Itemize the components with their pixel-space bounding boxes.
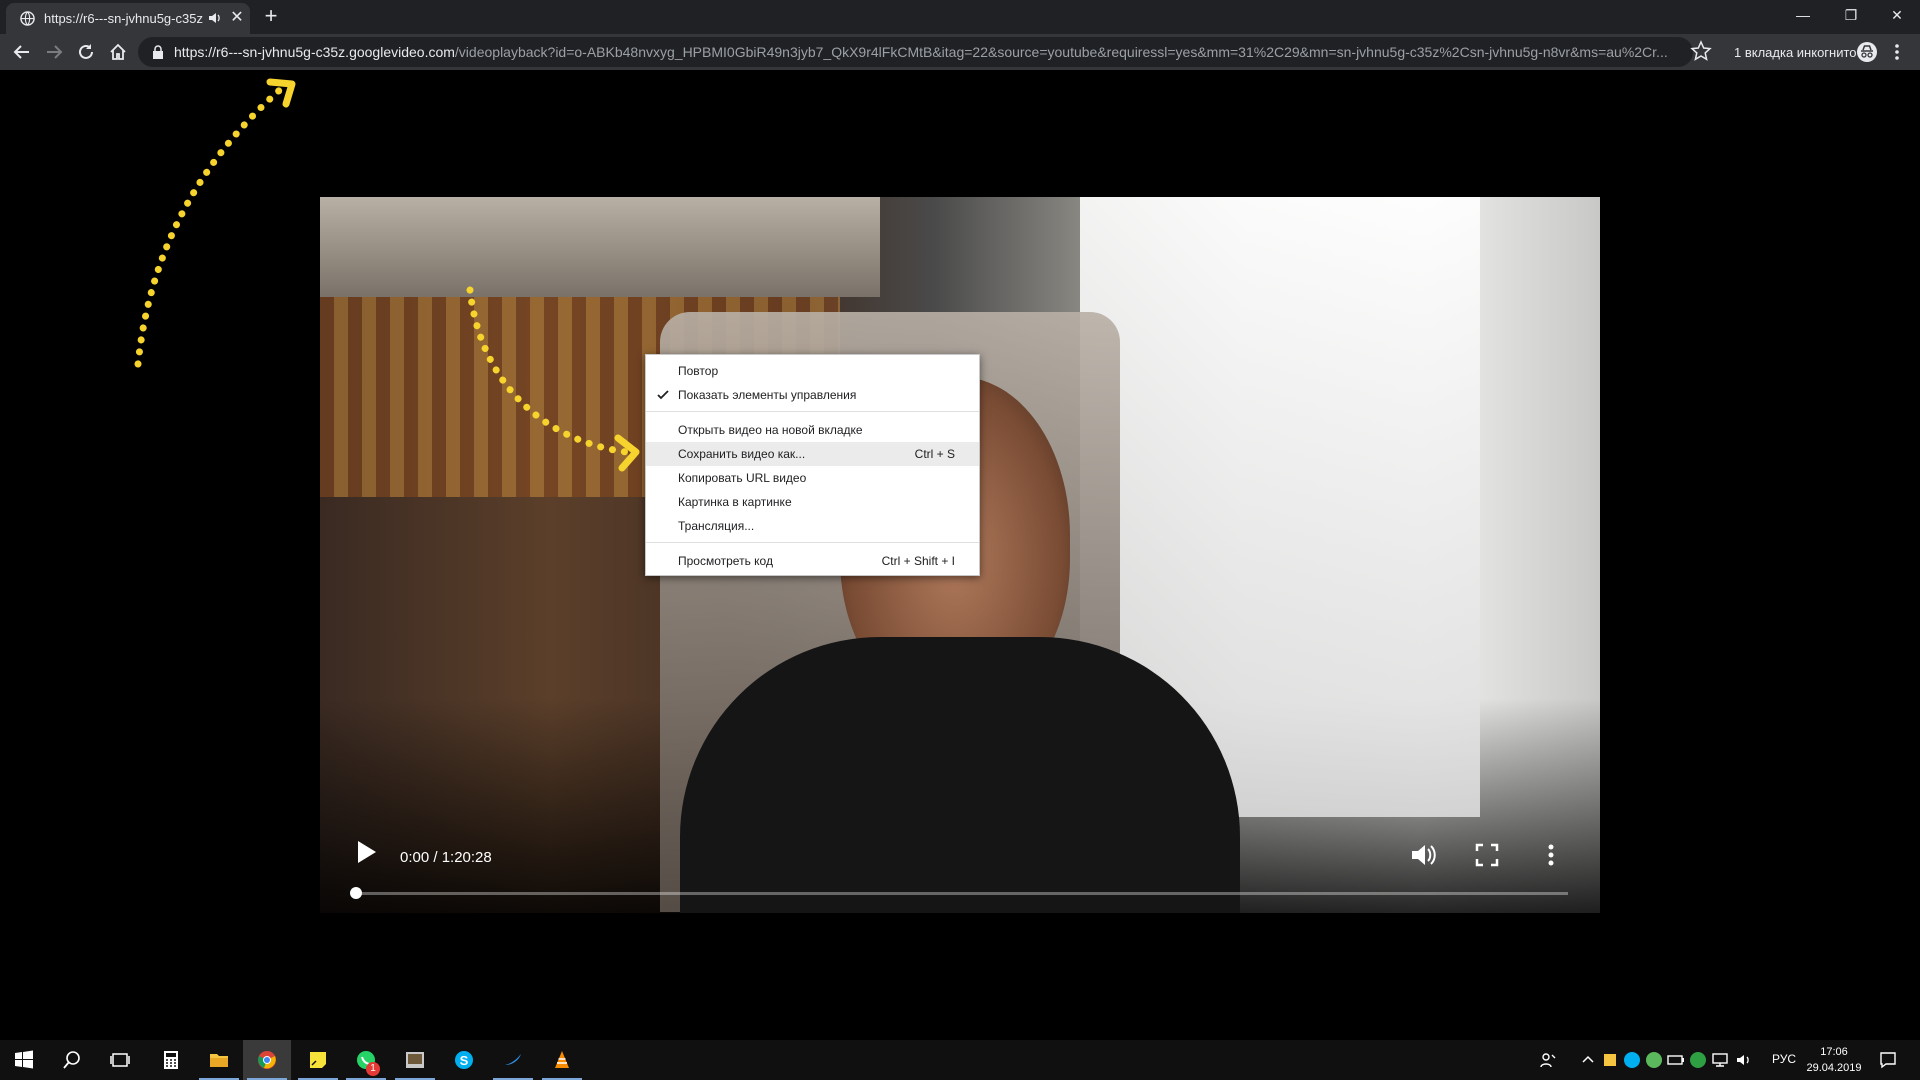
start-button[interactable] [0, 1040, 48, 1080]
network-icon[interactable] [1710, 1050, 1730, 1070]
skype-icon: S [455, 1051, 473, 1069]
notification-badge: 1 [366, 1062, 380, 1076]
browser-toolbar: https://r6---sn-jvhnu5g-c35z.googlevideo… [0, 34, 1920, 70]
tray-app-icon[interactable] [1600, 1050, 1620, 1070]
reload-icon [79, 44, 93, 59]
vlc-icon [555, 1051, 569, 1068]
video-frame-picture [320, 197, 880, 297]
taskbar-app-blue[interactable] [489, 1040, 537, 1080]
language-indicator[interactable]: РУС [1772, 1052, 1796, 1066]
task-view-icon [110, 1053, 130, 1067]
presentation-app-icon [406, 1052, 424, 1068]
chrome-icon [258, 1051, 276, 1069]
more-menu-icon[interactable] [1888, 42, 1906, 62]
menu-item-cast[interactable]: Трансляция... [646, 514, 979, 538]
tab-bar: https://r6---sn-jvhnu5g-c35z ✕ + — ❐ ✕ [0, 0, 1920, 34]
home-button[interactable] [104, 38, 132, 66]
seek-bar[interactable] [350, 887, 1568, 899]
tab-title: https://r6---sn-jvhnu5g-c35z [44, 11, 203, 26]
menu-item-copy-video-url[interactable]: Копировать URL видео [646, 466, 979, 490]
clock-date: 29.04.2019 [1806, 1062, 1862, 1074]
menu-item-open-video-new-tab[interactable]: Открыть видео на новой вкладке [646, 418, 979, 442]
folder-icon [210, 1054, 228, 1067]
chevron-up-icon[interactable] [1578, 1050, 1598, 1070]
fullscreen-icon[interactable] [1472, 840, 1502, 870]
menu-item-inspect[interactable]: Просмотреть код Ctrl + Shift + I [646, 549, 979, 573]
play-icon[interactable] [350, 837, 380, 867]
taskbar-whatsapp[interactable]: 1 [342, 1040, 390, 1080]
calculator-icon [164, 1051, 178, 1069]
svg-text:S: S [460, 1053, 469, 1068]
menu-separator [646, 411, 979, 412]
home-icon [110, 43, 126, 60]
windows-logo-icon [15, 1050, 33, 1069]
battery-icon[interactable] [1666, 1050, 1686, 1070]
taskbar-file-explorer[interactable] [195, 1040, 243, 1080]
volume-tray-icon[interactable] [1734, 1050, 1754, 1070]
tab-close-icon[interactable]: ✕ [228, 9, 246, 27]
reload-button[interactable] [72, 38, 100, 66]
incognito-label: 1 вкладка инкогнито [1734, 45, 1857, 60]
sticky-notes-icon [310, 1052, 326, 1068]
search-button[interactable] [48, 1040, 96, 1080]
close-window-button[interactable]: ✕ [1874, 0, 1920, 30]
menu-item-loop[interactable]: Повтор [646, 359, 979, 383]
search-icon [63, 1051, 80, 1069]
volume-icon[interactable] [1408, 840, 1438, 870]
taskbar-chrome[interactable] [243, 1040, 291, 1080]
forward-button[interactable] [40, 38, 68, 66]
taskbar-skype[interactable]: S [440, 1040, 488, 1080]
video-frame-shirt [680, 637, 1240, 913]
windows-taskbar: 1 S РУС 17:06 29.04.2019 [0, 1040, 1920, 1080]
minimize-button[interactable]: — [1780, 0, 1826, 30]
more-options-icon[interactable] [1536, 840, 1566, 870]
menu-item-picture-in-picture[interactable]: Картинка в картинке [646, 490, 979, 514]
globe-icon [20, 11, 35, 26]
menu-item-save-video-as[interactable]: Сохранить видео как... Ctrl + S [646, 442, 979, 466]
notifications-icon[interactable] [1878, 1050, 1898, 1070]
video-context-menu: Повтор Показать элементы управления Откр… [645, 354, 980, 576]
taskbar-sticky-notes[interactable] [294, 1040, 342, 1080]
menu-item-show-controls[interactable]: Показать элементы управления [646, 383, 979, 407]
tray-green-icon[interactable] [1644, 1050, 1664, 1070]
taskbar-calculator[interactable] [147, 1040, 195, 1080]
back-button[interactable] [8, 38, 36, 66]
menu-separator [646, 542, 979, 543]
arrow-left-icon [13, 45, 29, 59]
seek-handle[interactable] [350, 887, 362, 899]
clock-time: 17:06 [1820, 1046, 1848, 1058]
video-time: 0:00 / 1:20:28 [400, 849, 492, 866]
taskbar-vlc[interactable] [538, 1040, 586, 1080]
checkmark-icon [657, 390, 669, 400]
address-bar[interactable]: https://r6---sn-jvhnu5g-c35z.googlevideo… [138, 37, 1693, 67]
restore-button[interactable]: ❐ [1828, 0, 1874, 30]
arrow-right-icon [47, 45, 63, 59]
skype-tray-icon[interactable] [1622, 1050, 1642, 1070]
people-icon[interactable] [1538, 1050, 1558, 1070]
speaker-icon[interactable] [208, 10, 222, 26]
taskbar-app-presentation[interactable] [391, 1040, 439, 1080]
security-tray-icon[interactable] [1688, 1050, 1708, 1070]
new-tab-button[interactable]: + [259, 5, 283, 29]
arrow-to-address-bar [134, 78, 296, 368]
incognito-icon[interactable] [1856, 41, 1878, 63]
app-swoosh-icon [505, 1054, 521, 1065]
lock-icon [153, 45, 163, 59]
system-clock[interactable]: 17:06 29.04.2019 [1800, 1044, 1868, 1076]
url-text: https://r6---sn-jvhnu5g-c35z.googlevideo… [174, 44, 1668, 60]
task-view-button[interactable] [96, 1040, 144, 1080]
browser-tab[interactable]: https://r6---sn-jvhnu5g-c35z ✕ [6, 3, 250, 34]
bookmark-star-icon[interactable] [1690, 40, 1712, 62]
